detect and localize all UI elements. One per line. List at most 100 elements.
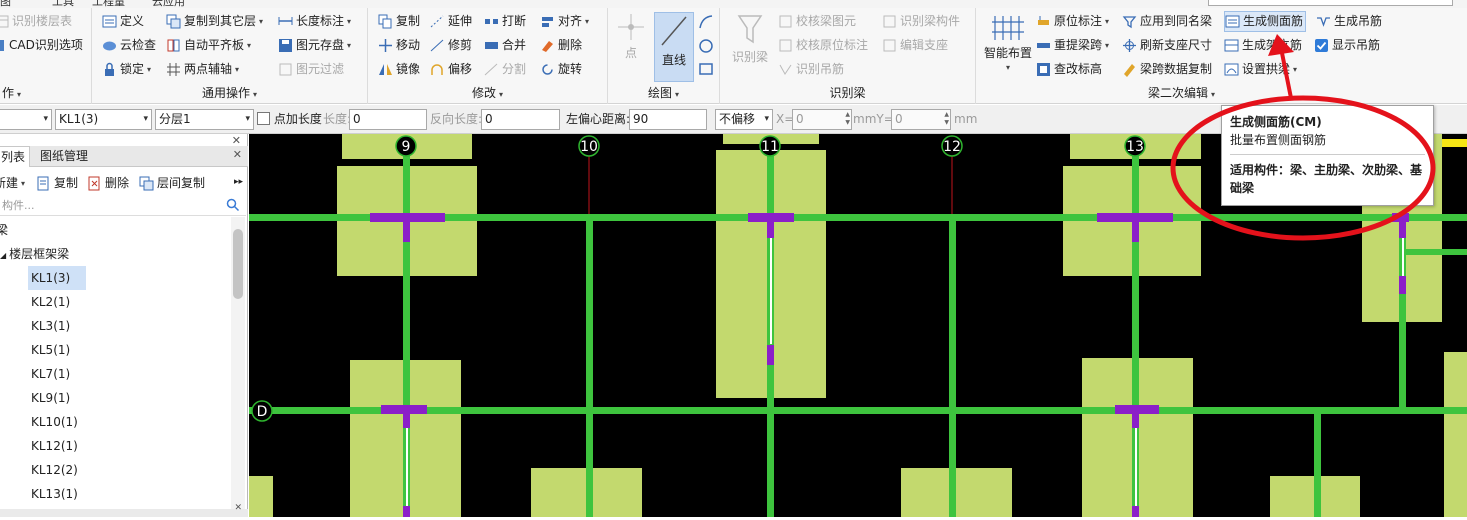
axis-marker-10[interactable]: 10 [578, 135, 600, 157]
copy-button[interactable]: 复制 [378, 11, 420, 32]
generate-erection-bar-button[interactable]: 生成架立筋 [1224, 35, 1302, 56]
new-button[interactable]: 新建 ▾ [0, 173, 25, 194]
axis-marker-13[interactable]: 13 [1124, 135, 1146, 157]
axis-marker-d[interactable]: D [251, 400, 273, 422]
close-icon[interactable]: ✕ [233, 148, 242, 161]
copy-component-button[interactable]: 复制 [36, 173, 78, 194]
refresh-support-size-button[interactable]: 刷新支座尺寸 [1122, 35, 1212, 56]
list-item[interactable]: KL10(1) [28, 410, 78, 434]
axis-marker-9[interactable]: 9 [395, 135, 417, 157]
arc-tools-icon[interactable] [698, 14, 714, 78]
node[interactable] [1392, 213, 1409, 222]
break-button[interactable]: 打断 [484, 11, 526, 32]
offset-mode-select[interactable]: 不偏移 ▾ [715, 109, 773, 130]
menu-item[interactable]: 工程量 [92, 0, 125, 8]
menu-item[interactable]: 图 [0, 0, 11, 8]
node[interactable] [403, 506, 410, 517]
identify-beam-button[interactable]: 识别梁 [730, 12, 770, 65]
trim-button[interactable]: 修剪 [430, 35, 472, 56]
top-search-box[interactable] [1208, 0, 1453, 6]
identify-hanger-bar-button[interactable]: 识别吊筋 [778, 59, 844, 80]
y-input[interactable]: 0 ▲ ▼ [891, 109, 951, 130]
list-item[interactable]: KL12(2) [28, 458, 78, 482]
beam[interactable] [249, 407, 1467, 414]
beam[interactable] [949, 221, 956, 517]
node[interactable] [1132, 222, 1139, 242]
cloud-check-button[interactable]: 云检查 [102, 35, 156, 56]
show-hanger-bar-checkbox[interactable]: 显示吊筋 [1314, 35, 1380, 56]
list-item[interactable]: KL2(1) [28, 290, 70, 314]
edit-support-button[interactable]: 编辑支座 [882, 35, 948, 56]
inter-floor-copy-button[interactable]: 层间复制 [139, 173, 205, 194]
column[interactable] [249, 476, 273, 517]
tab-drawing-management[interactable]: 图纸管理 [36, 146, 92, 167]
column[interactable] [1444, 352, 1467, 517]
auto-level-slab-button[interactable]: 自动平齐板 ▾ [166, 35, 251, 56]
two-point-axis-button[interactable]: 两点辅轴 ▾ [166, 59, 239, 80]
node[interactable] [370, 213, 445, 222]
list-item[interactable]: KL13(1) [28, 482, 78, 506]
beam[interactable] [1401, 249, 1467, 255]
list-item[interactable]: KL12(1) [28, 434, 78, 458]
span-data-copy-button[interactable]: 梁跨数据复制 [1122, 59, 1212, 80]
delete-button[interactable]: 删除 [540, 35, 582, 56]
node[interactable] [748, 213, 794, 222]
length-input[interactable]: 0 [349, 109, 427, 130]
move-button[interactable]: 移动 [378, 35, 420, 56]
more-icon[interactable]: ▸▸ [234, 177, 243, 187]
scrollbar-thumb[interactable] [233, 229, 243, 299]
node[interactable] [1115, 405, 1159, 414]
floor-select[interactable]: ▾ [0, 109, 52, 130]
list-item[interactable]: KL5(1) [28, 338, 70, 362]
menu-item[interactable]: 工具 [52, 0, 74, 8]
check-elevation-button[interactable]: 查改标高 [1036, 59, 1102, 80]
offset-distance-input[interactable]: 90 [629, 109, 707, 130]
length-dimension-button[interactable]: 长度标注 ▾ [278, 11, 351, 32]
re-extract-span-button[interactable]: 重提梁跨 ▾ [1036, 35, 1109, 56]
x-input[interactable]: 0 ▲ ▼ [792, 109, 852, 130]
in-situ-label-button[interactable]: 原位标注 ▾ [1036, 11, 1109, 32]
identify-floor-table-button[interactable]: 识别楼层表 [0, 11, 72, 32]
close-icon[interactable]: ✕ [234, 503, 242, 513]
mirror-button[interactable]: 镜像 [378, 59, 420, 80]
offset-button[interactable]: 偏移 [430, 59, 472, 80]
node[interactable] [403, 414, 410, 428]
axis-marker-12[interactable]: 12 [941, 135, 963, 157]
extend-button[interactable]: 延伸 [430, 11, 472, 32]
delete-component-button[interactable]: 删除 [87, 173, 129, 194]
list-item[interactable]: KL3(1) [28, 314, 70, 338]
tree-root[interactable]: 梁 [0, 218, 8, 242]
list-item[interactable]: KL7(1) [28, 362, 70, 386]
draw-point-button[interactable]: 点 [616, 12, 646, 61]
generate-hanger-bar-button[interactable]: 生成吊筋 [1316, 11, 1382, 32]
node[interactable] [767, 345, 774, 365]
layer-select[interactable]: 分层1 ▾ [155, 109, 254, 130]
node[interactable] [1399, 276, 1406, 294]
save-elements-button[interactable]: 图元存盘 ▾ [278, 35, 351, 56]
beam[interactable] [1314, 414, 1321, 517]
copy-to-other-floor-button[interactable]: 复制到其它层 ▾ [166, 11, 263, 32]
set-arch-beam-button[interactable]: 设置拱梁 ▾ [1224, 59, 1297, 80]
tab-list[interactable]: 列表 [0, 146, 31, 167]
identify-beam-component-button[interactable]: 识别梁构件 [882, 11, 960, 32]
beam[interactable] [586, 221, 593, 517]
add-length-checkbox[interactable]: 点加长度 [257, 109, 322, 130]
check-in-situ-label-button[interactable]: 校核原位标注 [778, 35, 868, 56]
node[interactable] [381, 405, 427, 414]
component-select[interactable]: KL1(3) ▾ [55, 109, 152, 130]
axis-marker-11[interactable]: 11 [759, 135, 781, 157]
menu-item[interactable]: 云应用 [152, 0, 185, 8]
smart-layout-button[interactable]: 智能布置 ▾ [980, 12, 1036, 72]
node[interactable] [1132, 414, 1139, 428]
cad-options-button[interactable]: CAD识别选项 [0, 35, 83, 56]
node[interactable] [767, 222, 774, 238]
align-button[interactable]: 对齐 ▾ [540, 11, 589, 32]
draw-line-button[interactable]: 直线 [654, 12, 694, 82]
split-button[interactable]: 分割 [484, 59, 526, 80]
element-filter-button[interactable]: 图元过滤 [278, 59, 344, 80]
check-beam-elements-button[interactable]: 校核梁图元 [778, 11, 856, 32]
node[interactable] [1097, 213, 1173, 222]
node[interactable] [1399, 222, 1406, 238]
rotate-button[interactable]: 旋转 [540, 59, 582, 80]
node[interactable] [1132, 506, 1139, 517]
